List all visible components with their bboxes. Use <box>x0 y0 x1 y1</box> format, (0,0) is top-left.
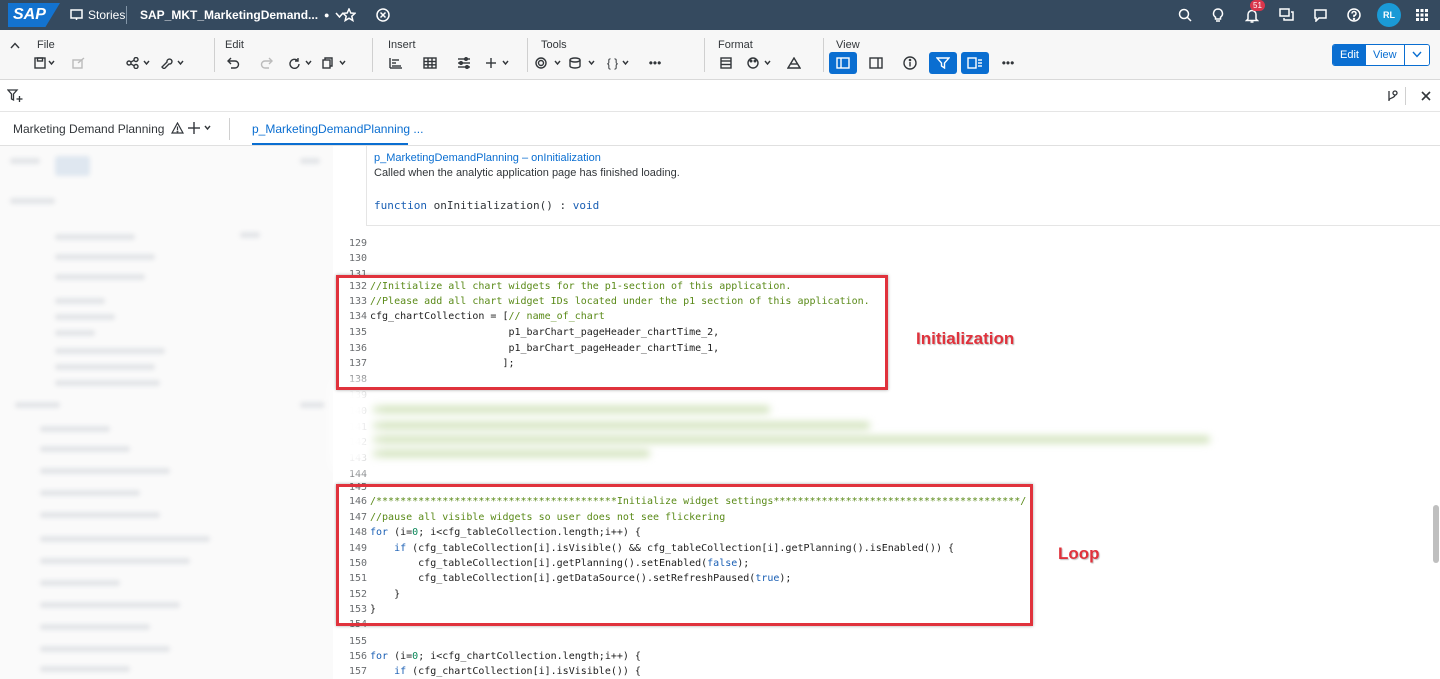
theme-palette-icon[interactable] <box>745 52 775 74</box>
settings-wrench-icon[interactable] <box>158 52 188 74</box>
help-icon[interactable] <box>1347 0 1361 30</box>
chart-icon[interactable] <box>381 52 411 74</box>
shell-divider <box>126 6 127 24</box>
subbar-divider <box>1405 87 1406 105</box>
script-event-description: Called when the analytic application pag… <box>374 167 680 179</box>
loop-annotation: Loop <box>1058 544 1100 563</box>
vertical-scrollbar[interactable] <box>1433 505 1439 563</box>
favorite-icon[interactable] <box>342 0 356 30</box>
add-icon[interactable] <box>483 52 513 74</box>
initialization-highlight-box <box>336 275 888 390</box>
line-number: 155 <box>348 636 367 647</box>
tab-divider <box>229 118 230 140</box>
signature-keyword: function <box>374 199 427 212</box>
mode-dropdown[interactable] <box>1404 45 1429 65</box>
toolbar-divider <box>372 38 373 72</box>
stories-icon <box>70 9 83 20</box>
story-title[interactable]: SAP_MKT_MarketingDemand... ● <box>140 0 345 30</box>
signature-name: onInitialization() <box>433 199 553 212</box>
toolbar: File Edit Insert Tools {} ••• Format Vi… <box>0 30 1440 80</box>
warning-icon <box>170 121 184 134</box>
lightbulb-icon[interactable] <box>1212 0 1224 30</box>
tab-script[interactable]: p_MarketingDemandPlanning ... <box>252 122 423 136</box>
line-number: 157 <box>348 666 367 677</box>
toolbar-label-insert: Insert <box>388 39 416 51</box>
chevron-down-icon <box>1412 51 1422 58</box>
add-tab-button[interactable] <box>188 121 214 140</box>
signature-separator: : <box>559 199 567 212</box>
modified-dot-icon: ● <box>324 10 330 20</box>
filter-bar <box>0 80 1440 112</box>
script-braces-icon[interactable]: { } <box>602 52 636 74</box>
tools-settings-icon[interactable] <box>534 52 564 74</box>
left-panel-toggle-icon[interactable] <box>829 52 857 74</box>
active-tab-indicator <box>252 143 408 145</box>
filter-icon[interactable] <box>929 52 957 74</box>
app-grid-icon[interactable] <box>1416 0 1428 30</box>
tab-story[interactable]: Marketing Demand Planning <box>13 121 184 136</box>
tab-bar: Marketing Demand Planning p_MarketingDem… <box>0 112 1440 146</box>
right-panel-toggle-icon[interactable] <box>861 52 891 74</box>
toolbar-label-tools: Tools <box>541 39 567 51</box>
export-icon[interactable] <box>64 52 94 74</box>
blurred-code-region <box>370 402 1210 462</box>
stories-label: Stories <box>88 8 126 22</box>
add-icon <box>188 122 211 134</box>
script-header: p_MarketingDemandPlanning – onInitializa… <box>366 146 1440 226</box>
fade-overlay <box>333 380 373 470</box>
save-icon[interactable] <box>30 52 60 74</box>
outline-panel <box>0 146 333 679</box>
more-view-icon[interactable]: ••• <box>993 52 1023 74</box>
mode-switch[interactable]: Edit View <box>1332 44 1430 66</box>
toolbar-label-file: File <box>37 39 55 51</box>
chat-icon[interactable] <box>1279 0 1294 30</box>
toolbar-divider <box>214 38 215 72</box>
refresh-icon[interactable] <box>286 52 316 74</box>
shell-bar: SAP Stories SAP_MKT_MarketingDemand... ●… <box>0 0 1440 30</box>
table-icon[interactable] <box>415 52 445 74</box>
script-event-title: p_MarketingDemandPlanning – onInitializa… <box>374 152 601 164</box>
code-line-156[interactable]: for (i=0; i<cfg_chartCollection.length;i… <box>370 649 641 664</box>
stories-menu[interactable]: Stories <box>70 0 125 30</box>
redo-icon[interactable] <box>252 52 282 74</box>
toolbar-label-format: Format <box>718 39 753 51</box>
info-icon[interactable] <box>895 52 925 74</box>
sap-logo[interactable]: SAP <box>8 3 60 27</box>
line-number: 130 <box>348 253 367 264</box>
input-control-icon[interactable] <box>449 52 479 74</box>
outline-icon[interactable] <box>961 52 989 74</box>
line-number: 129 <box>348 238 367 249</box>
more-tools-icon[interactable]: ••• <box>640 52 670 74</box>
data-source-icon[interactable] <box>568 52 598 74</box>
feedback-icon[interactable] <box>1313 0 1328 30</box>
toolbar-divider <box>823 38 824 72</box>
toolbar-divider <box>704 38 705 72</box>
code-line-157[interactable]: if (cfg_chartCollection[i].isVisible()) … <box>370 664 641 679</box>
signature-return-type: void <box>572 199 600 212</box>
close-circle-icon[interactable] <box>376 0 390 30</box>
share-icon[interactable] <box>124 52 154 74</box>
edit-mode-button[interactable]: Edit <box>1333 45 1366 65</box>
layout-icon[interactable] <box>711 52 741 74</box>
view-mode-button[interactable]: View <box>1365 45 1405 65</box>
function-signature: function onInitialization() : void <box>374 199 599 212</box>
branch-icon[interactable] <box>1385 89 1399 108</box>
undo-icon[interactable] <box>218 52 248 74</box>
css-style-icon[interactable] <box>779 52 809 74</box>
story-title-text: SAP_MKT_MarketingDemand... <box>140 8 319 22</box>
toolbar-label-edit: Edit <box>225 39 244 51</box>
line-number: 156 <box>348 651 367 662</box>
copy-icon[interactable] <box>320 52 350 74</box>
toolbar-divider <box>527 38 528 72</box>
initialization-annotation: Initialization <box>916 329 1015 348</box>
notification-badge: 51 <box>1250 0 1265 11</box>
close-icon[interactable] <box>1420 89 1432 107</box>
add-filter-icon[interactable] <box>6 89 23 108</box>
toolbar-label-view: View <box>836 39 860 51</box>
user-avatar[interactable]: RL <box>1377 3 1401 27</box>
tab-story-label: Marketing Demand Planning <box>13 122 165 136</box>
search-icon[interactable] <box>1178 0 1192 30</box>
collapse-toolbar-icon[interactable] <box>0 34 30 56</box>
loop-highlight-box <box>336 484 1033 626</box>
